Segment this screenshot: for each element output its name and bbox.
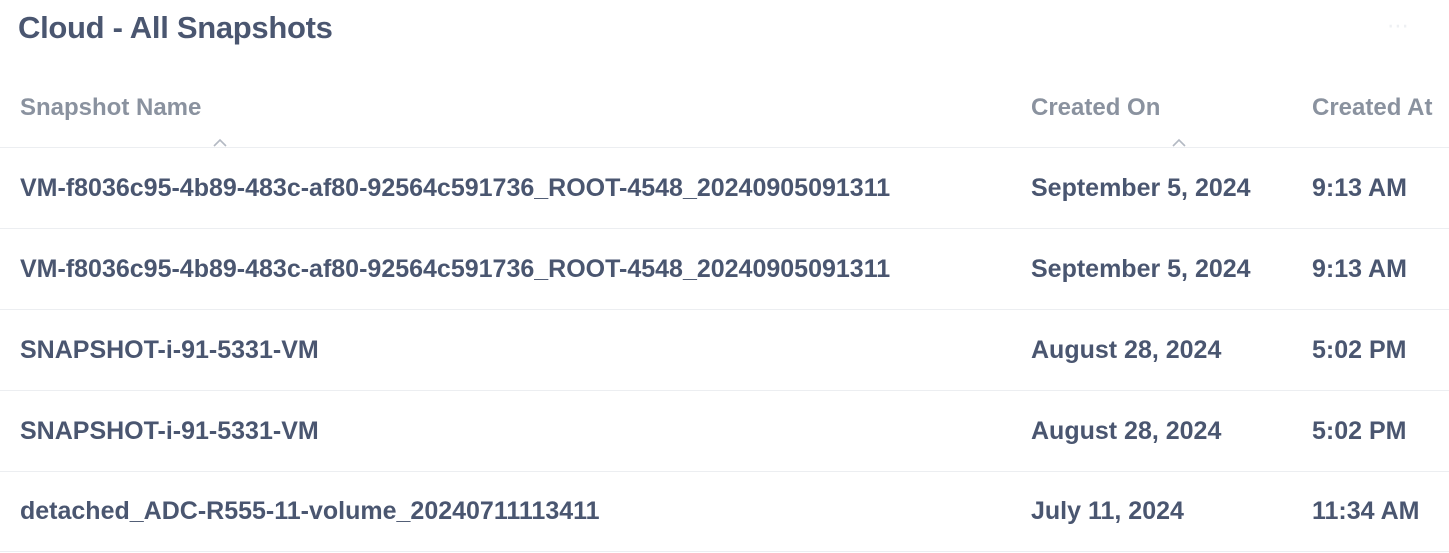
snapshot-name-cell: detached_ADC-R555-11-volume_202407111134… [20,497,600,525]
snapshots-panel: Cloud - All Snapshots ⋯ Snapshot Name Cr… [0,0,1449,553]
table-row[interactable]: detached_ADC-R555-11-volume_202407111134… [0,471,1449,552]
table-header: Snapshot Name Created On Created At [0,68,1449,148]
column-header-label: Created On [1031,94,1161,121]
table-row[interactable]: SNAPSHOT-i-91-5331-VM August 28, 2024 5:… [0,310,1449,391]
table-row[interactable]: SNAPSHOT-i-91-5331-VM August 28, 2024 5:… [0,391,1449,472]
created-on-cell: September 5, 2024 [1031,174,1251,202]
column-header-created-on[interactable]: Created On [1031,68,1186,147]
created-at-cell: 9:13 AM [1312,174,1407,202]
sort-asc-icon[interactable] [1172,101,1186,147]
snapshot-name-cell: VM-f8036c95-4b89-483c-af80-92564c591736_… [20,174,891,202]
snapshot-name-cell: VM-f8036c95-4b89-483c-af80-92564c591736_… [20,255,891,283]
panel-title: Cloud - All Snapshots [18,10,333,45]
sort-asc-icon[interactable] [213,101,227,147]
column-header-label: Created At [1312,94,1433,121]
table-row[interactable]: VM-f8036c95-4b89-483c-af80-92564c591736_… [0,148,1449,229]
column-header-label: Snapshot Name [20,94,202,121]
column-header-created-at[interactable]: Created At [1312,68,1432,147]
snapshot-name-cell: SNAPSHOT-i-91-5331-VM [20,336,319,364]
created-at-cell: 9:13 AM [1312,255,1407,283]
created-on-cell: September 5, 2024 [1031,255,1251,283]
created-on-cell: August 28, 2024 [1031,336,1222,364]
created-at-cell: 5:02 PM [1312,336,1407,364]
snapshot-name-cell: SNAPSHOT-i-91-5331-VM [20,417,319,445]
table-row[interactable]: VM-f8036c95-4b89-483c-af80-92564c591736_… [0,229,1449,310]
column-header-snapshot-name[interactable]: Snapshot Name [20,68,227,147]
created-at-cell: 11:34 AM [1312,497,1420,525]
created-on-cell: July 11, 2024 [1031,497,1184,525]
created-at-cell: 5:02 PM [1312,417,1407,445]
ellipsis-icon[interactable]: ⋯ [1378,12,1418,40]
created-on-cell: August 28, 2024 [1031,417,1222,445]
